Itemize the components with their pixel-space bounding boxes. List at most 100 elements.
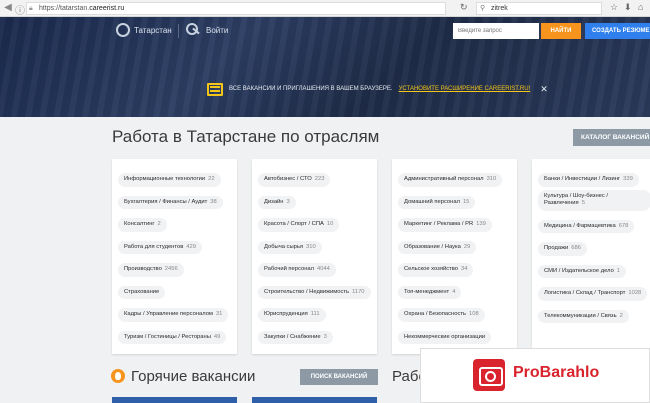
category-link[interactable]: Образование / Наука 29 <box>398 240 477 254</box>
category-item: Сельское хозяйство 34 <box>398 257 511 280</box>
category-item: Продажи 686 <box>538 236 650 259</box>
category-item: Дизайн 3 <box>258 190 371 213</box>
category-label: Строительство / Недвижимость <box>264 288 350 295</box>
install-extension-link[interactable]: УСТАНОВИТЕ РАСШИРЕНИЕ CAREERIST.RU! <box>399 86 531 92</box>
category-label: Работа для студентов <box>124 243 184 250</box>
home-icon[interactable]: ⌂ <box>638 2 643 12</box>
category-label: Медицина / Фармацевтика <box>544 222 616 229</box>
category-count: 1 <box>616 267 621 274</box>
category-item: Автобизнес / СТО 223 <box>258 167 371 190</box>
category-link[interactable]: Бухгалтерия / Финансы / Аудит 38 <box>118 195 223 209</box>
category-link[interactable]: Рабочий персонал 4044 <box>258 263 336 277</box>
category-link[interactable]: Дизайн 3 <box>258 195 296 209</box>
create-resume-button[interactable]: СОЗДАТЬ РЕЗЮМЕ <box>585 23 650 39</box>
category-item: Кадры / Управление персоналом 31 <box>118 302 231 325</box>
globe-icon <box>116 23 130 37</box>
find-button[interactable]: НАЙТИ <box>541 23 581 39</box>
vacancy-card-header[interactable] <box>252 397 377 403</box>
category-link[interactable]: Медицина / Фармацевтика 678 <box>538 219 635 233</box>
back-icon[interactable]: ◀ <box>2 2 14 13</box>
category-link[interactable]: Строительство / Недвижимость 1170 <box>258 285 371 299</box>
category-link[interactable]: Домашний персонал 15 <box>398 195 476 209</box>
category-link[interactable]: Закупки / Снабжение 3 <box>258 330 333 344</box>
category-count: 31 <box>215 311 223 317</box>
category-item: Маркетинг / Реклама / PR 139 <box>398 212 511 235</box>
category-item: Страхование <box>118 280 231 303</box>
category-link[interactable]: Туризм / Гостиницы / Рестораны 49 <box>118 330 227 344</box>
category-link[interactable]: Работа для студентов 429 <box>118 240 202 254</box>
category-label: Логистика / Склад / Транспорт <box>544 290 626 296</box>
key-icon <box>186 23 200 37</box>
extension-banner: ВСЕ ВАКАНСИИ И ПРИГЛАШЕНИЯ В ВАШЕМ БРАУЗ… <box>207 79 548 99</box>
category-link[interactable]: Добыча сырья 310 <box>258 240 322 254</box>
category-link[interactable]: Красота / Спорт / СПА 10 <box>258 218 340 232</box>
search-icon: ⚲ <box>480 5 486 12</box>
fire-icon <box>111 369 125 383</box>
category-count: 22 <box>208 176 215 182</box>
search-vacancies-button[interactable]: ПОИСК ВАКАНСИЙ <box>300 369 378 385</box>
category-link[interactable]: Культура / Шоу-бизнес / Развлечения 5 <box>538 189 650 211</box>
category-link[interactable]: Автобизнес / СТО 223 <box>258 173 331 187</box>
category-label: Маркетинг / Реклама / PR <box>404 221 474 227</box>
catalog-button[interactable]: КАТАЛОГ ВАКАНСИЙ <box>573 129 650 146</box>
banner-text: ВСЕ ВАКАНСИИ И ПРИГЛАШЕНИЯ В ВАШЕМ БРАУЗ… <box>229 86 393 92</box>
category-label: Сельское хозяйство <box>404 266 458 272</box>
login-label: Войти <box>206 25 229 35</box>
category-count: 1170 <box>352 288 365 295</box>
category-item: Работа для студентов 429 <box>118 235 231 258</box>
info-icon[interactable]: ⓘ <box>14 2 26 17</box>
close-icon[interactable]: ✕ <box>540 84 548 95</box>
search-input[interactable] <box>453 23 539 39</box>
category-link[interactable]: Продажи 686 <box>538 242 587 256</box>
category-link[interactable]: Информационные технологии 22 <box>118 173 221 187</box>
category-label: Культура / Шоу-бизнес / Развлечения <box>544 192 608 207</box>
browser-search-field[interactable]: ⚲ zitrek <box>476 2 602 15</box>
category-link[interactable]: Административный персонал 310 <box>398 173 503 187</box>
category-count: 111 <box>310 311 320 317</box>
category-label: Информационные технологии <box>124 176 206 182</box>
category-item: Бухгалтерия / Финансы / Аудит 38 <box>118 190 231 213</box>
category-label: Продажи <box>544 245 569 251</box>
category-link[interactable]: Охрана / Безопасность 108 <box>398 308 485 322</box>
category-label: Юриспруденция <box>264 311 308 317</box>
category-item: Административный персонал 310 <box>398 167 511 190</box>
browser-search-value: zitrek <box>491 5 508 12</box>
category-label: Страхование <box>124 288 160 295</box>
category-link[interactable]: СМИ / Издательское дело 1 <box>538 264 627 278</box>
category-item: Топ-менеджмент 4 <box>398 280 511 303</box>
category-link[interactable]: Логистика / Склад / Транспорт 1028 <box>538 287 648 301</box>
watermark-overlay: ProBarahlo <box>420 348 650 403</box>
category-label: СМИ / Издательское дело <box>544 267 614 274</box>
category-count: 678 <box>618 222 629 229</box>
category-link[interactable]: Страхование <box>118 285 166 299</box>
category-link[interactable]: Банки / Инвестиции / Лизинг 339 <box>538 173 639 187</box>
category-count: 38 <box>210 198 217 205</box>
category-link[interactable]: Некоммерческие организации <box>398 330 492 344</box>
category-link[interactable]: Юриспруденция 111 <box>258 308 326 322</box>
category-link[interactable]: Сельское хозяйство 34 <box>398 263 474 277</box>
category-link[interactable]: Топ-менеджмент 4 <box>398 285 462 299</box>
category-item: Медицина / Фармацевтика 678 <box>538 214 650 237</box>
category-count: 3 <box>323 333 327 340</box>
header-divider <box>178 24 179 38</box>
reload-icon[interactable]: ↻ <box>460 2 468 13</box>
bookmark-icon[interactable]: ☆ <box>610 2 618 13</box>
url-prefix: https://tatarstan. <box>39 5 90 12</box>
vacancy-card-header[interactable] <box>112 397 237 403</box>
category-item: Культура / Шоу-бизнес / Развлечения 5 <box>538 189 650 214</box>
category-link[interactable]: Производство 2456 <box>118 263 184 277</box>
category-column-1: Информационные технологии 22 Бухгалтерия /… <box>112 159 237 354</box>
address-bar[interactable]: 🔒︎ https://tatarstan.careerist.ru <box>26 2 446 15</box>
category-link[interactable]: Телекоммуникации / Связь 2 <box>538 309 629 323</box>
region-selector[interactable]: Татарстан <box>116 23 172 37</box>
category-label: Консалтинг <box>124 221 155 227</box>
category-count: 223 <box>314 176 325 182</box>
category-item: Образование / Наука 29 <box>398 235 511 258</box>
login-link[interactable]: Войти <box>186 23 228 37</box>
category-count: 3 <box>286 198 290 205</box>
category-link[interactable]: Маркетинг / Реклама / PR 139 <box>398 218 492 232</box>
category-link[interactable]: Консалтинг 2 <box>118 218 167 232</box>
url-host: careerist.ru <box>89 5 125 12</box>
download-icon[interactable]: ⬇ <box>624 2 632 13</box>
category-link[interactable]: Кадры / Управление персоналом 31 <box>118 308 229 322</box>
